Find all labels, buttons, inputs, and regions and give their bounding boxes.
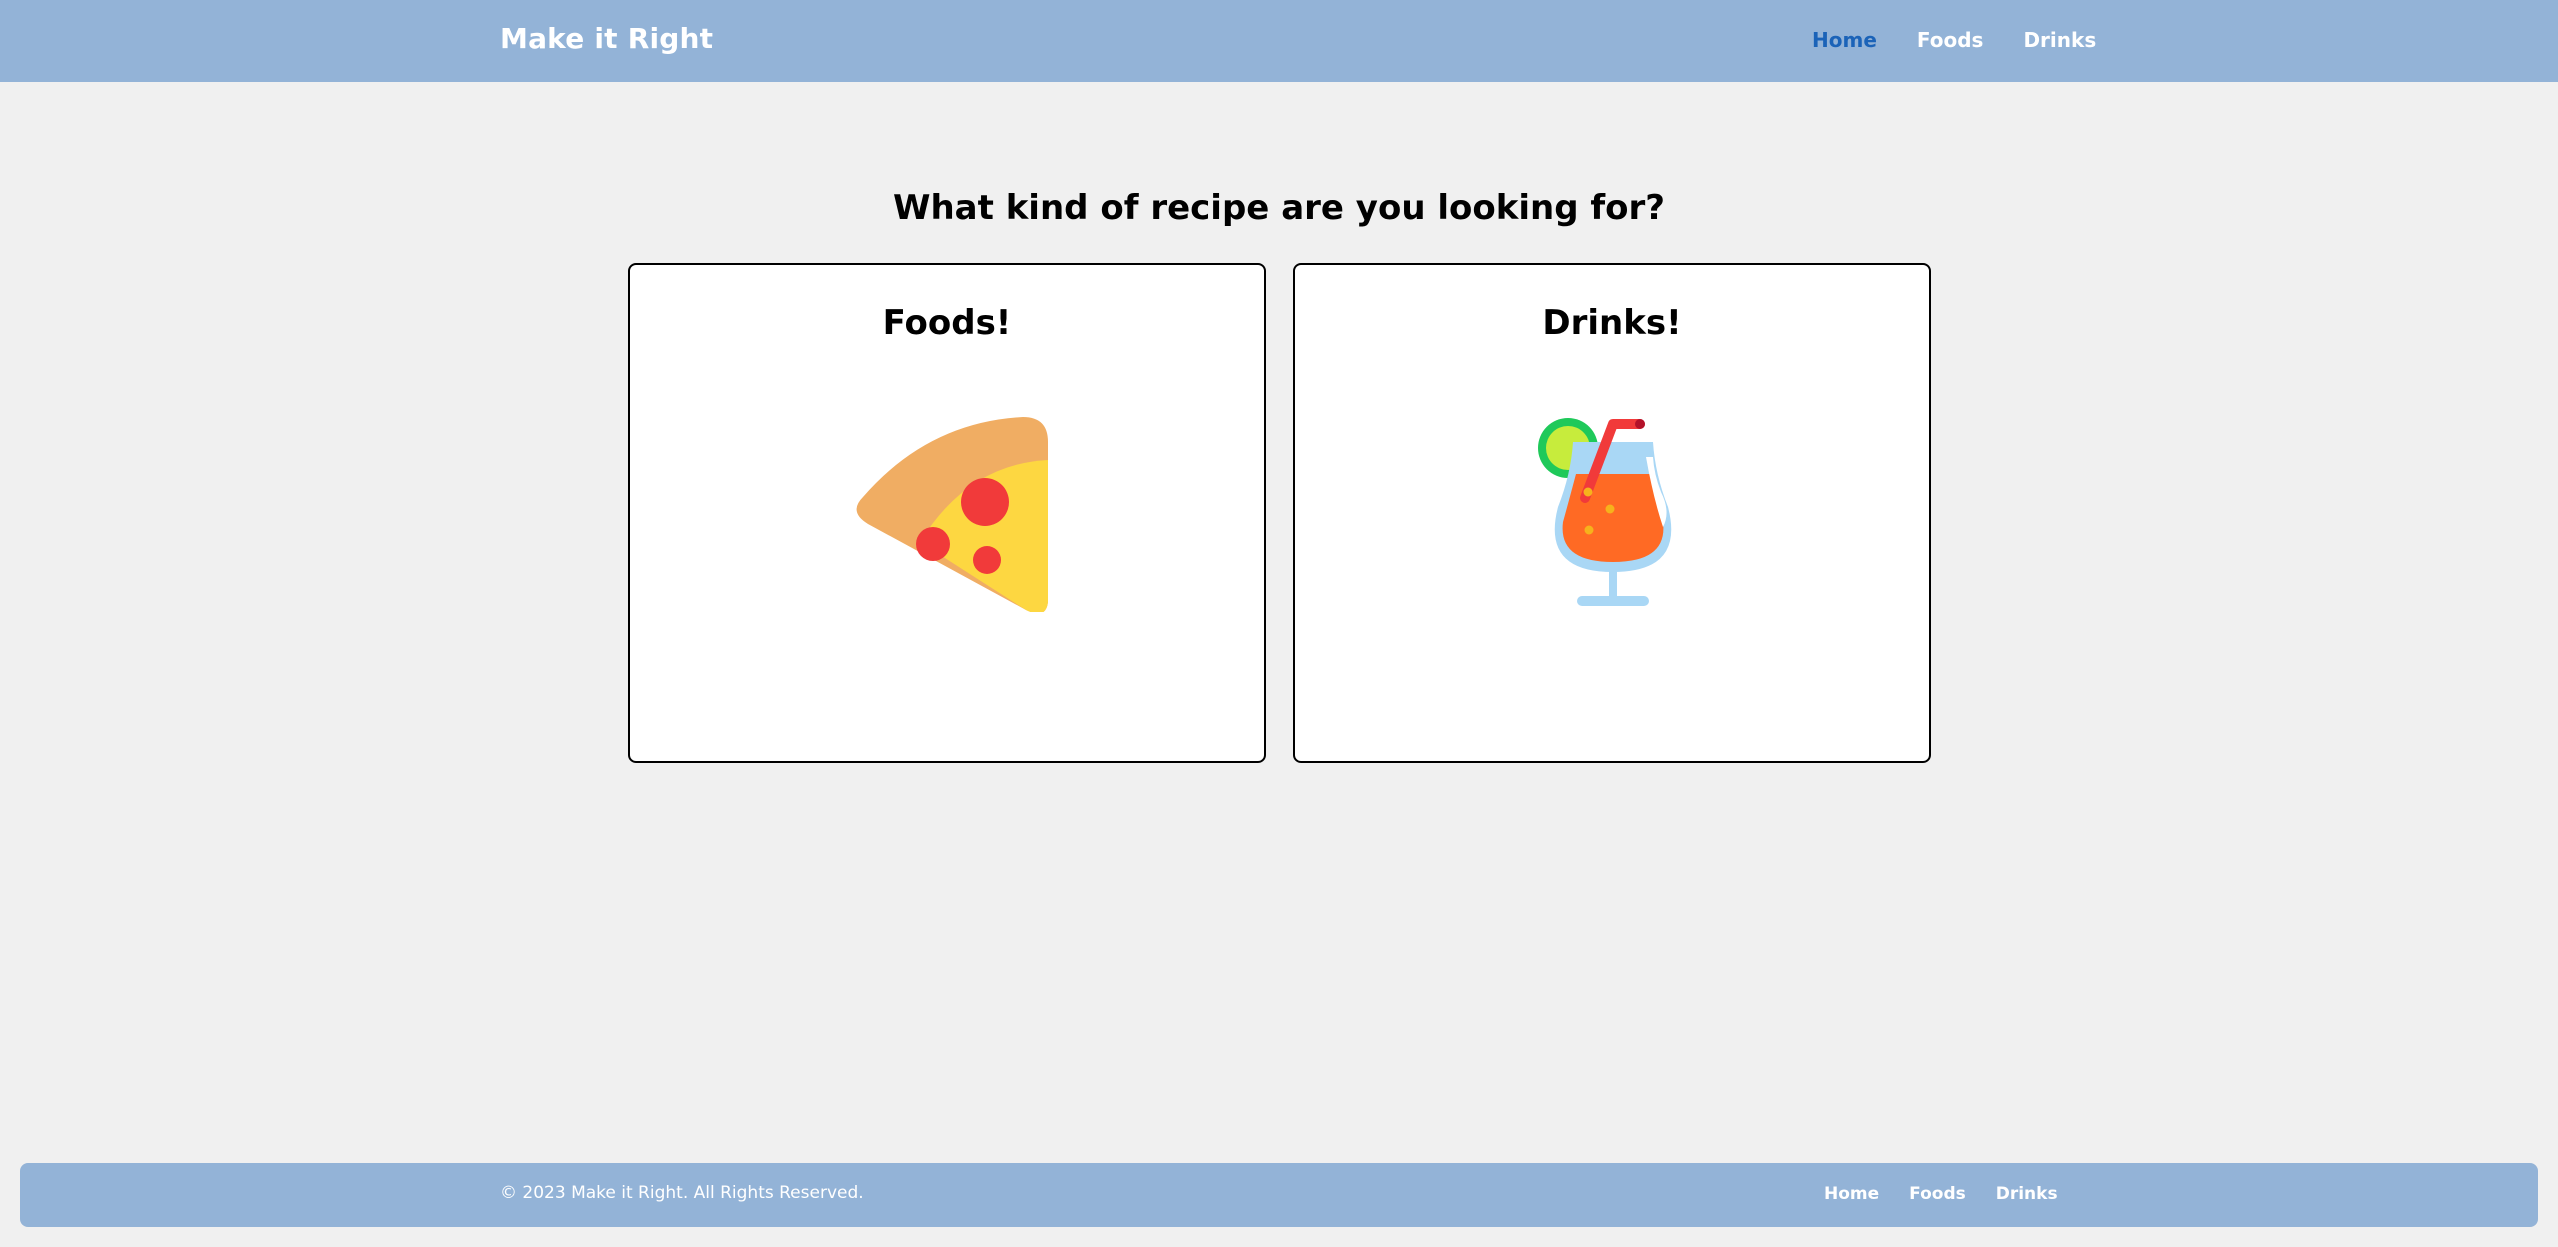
cocktail-icon	[1538, 418, 1672, 606]
drinks-card[interactable]: Drinks!	[1293, 263, 1931, 763]
footer-link-drinks[interactable]: Drinks	[1996, 1184, 2058, 1204]
drinks-card-title: Drinks!	[1542, 303, 1682, 343]
footer-link-foods[interactable]: Foods	[1909, 1184, 1966, 1204]
page-heading: What kind of recipe are you looking for?	[892, 188, 1666, 228]
nav-link-foods[interactable]: Foods	[1917, 28, 1984, 52]
nav-link-home[interactable]: Home	[1812, 28, 1877, 52]
nav-links: Home Foods Drinks	[1812, 28, 2096, 52]
nav-link-drinks[interactable]: Drinks	[2023, 28, 2096, 52]
pizza-slice-icon	[856, 417, 1048, 612]
foods-card[interactable]: Foods!	[628, 263, 1266, 763]
brand-logo[interactable]: Make it Right	[500, 22, 713, 55]
footer-links: Home Foods Drinks	[1824, 1184, 2058, 1204]
footer: © 2023 Make it Right. All Rights Reserve…	[20, 1163, 2538, 1227]
footer-link-home[interactable]: Home	[1824, 1184, 1879, 1204]
copyright-text: © 2023 Make it Right. All Rights Reserve…	[500, 1183, 864, 1203]
foods-card-title: Foods!	[882, 303, 1012, 343]
navbar: Make it Right Home Foods Drinks	[0, 0, 2558, 82]
